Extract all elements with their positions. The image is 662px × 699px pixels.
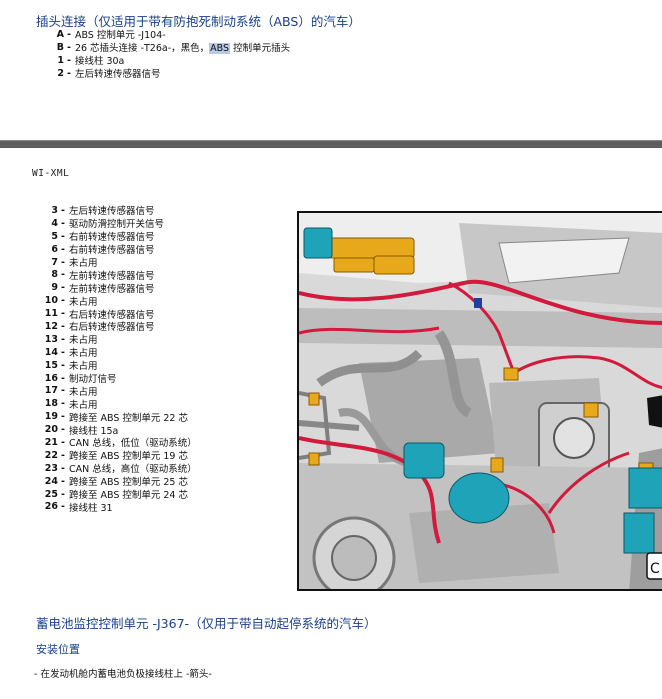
connector-item-text: ABS 控制单元 -J104- [74,30,166,42]
pin-row: 11- 右后转速传感器信号 [34,307,197,321]
pin-number: 5 [51,230,58,242]
pin-row: 15- 未占用 [34,359,197,373]
installation-bullet: - 在发动机舱内蓄电池负极接线柱上 -箭头- [34,669,212,680]
pin-description: 跨接至 ABS 控制单元 22 芯 [68,412,189,424]
pin-row: 18- 未占用 [34,397,197,411]
connector-item-text: 接线柱 30a [74,56,125,68]
pin-description: 未占用 [68,386,98,398]
pin-row: 19- 跨接至 ABS 控制单元 22 芯 [34,410,197,424]
pin-row: 7- 未占用 [34,256,197,270]
connector-item-1: 1- 接线柱 30a [40,54,290,68]
pin-description: 未占用 [68,258,98,270]
pin-row: 13- 未占用 [34,333,197,347]
pin-number: 24 [44,475,58,487]
pin-row: 12- 右后转速传感器信号 [34,320,197,334]
pin-row: 20- 接线柱 15a [34,423,197,437]
page-separator [0,140,662,148]
pin-number: 15 [44,359,58,371]
pin-row: 4- 驱动防滑控制开关信号 [34,217,197,231]
search-highlight: ABS [209,43,231,55]
pin-description: 接线柱 15a [68,425,119,437]
connector-item-2: 2- 左后转速传感器信号 [40,67,290,81]
pin-description: 制动灯信号 [68,374,117,386]
pin-description: 左前转速传感器信号 [68,283,155,295]
pin-number: 10 [44,295,58,307]
pin-description: 未占用 [68,348,98,360]
connector-item-id: 2 [57,67,64,79]
pin-number: 20 [44,424,58,436]
pin-row: 17- 未占用 [34,384,197,398]
connector-item-id: 1 [57,54,64,66]
pin-row: 6- 右前转速传感器信号 [34,243,197,257]
pin-number: 6 [51,243,58,255]
pin-number: 16 [44,372,58,384]
pin-row: 24- 跨接至 ABS 控制单元 25 芯 [34,475,197,489]
pin-description: 右后转速传感器信号 [68,322,155,334]
pin-description: 左前转速传感器信号 [68,270,155,282]
pin-description: 右前转速传感器信号 [68,232,155,244]
connector-item-id: B [56,41,64,53]
pin-row: 23- CAN 总线，高位（驱动系统） [34,462,197,476]
pin-number: 13 [44,333,58,345]
pin-row: 14- 未占用 [34,346,197,360]
pin-description: 跨接至 ABS 控制单元 24 芯 [68,490,189,502]
engine-bay-photo: C [297,211,662,591]
pin-number: 21 [44,436,58,448]
pin-number: 17 [44,385,58,397]
pin-number: 3 [51,204,58,216]
pin-description: CAN 总线，低位（驱动系统） [68,438,197,450]
pin-description: 未占用 [68,361,98,373]
pin-row: 22- 跨接至 ABS 控制单元 19 芯 [34,449,197,463]
pin-description: 跨接至 ABS 控制单元 19 芯 [68,451,189,463]
pin-number: 4 [51,217,58,229]
pin-description: 右后转速传感器信号 [68,309,155,321]
pin-row: 10- 未占用 [34,294,197,308]
connector-item-text: 左后转速传感器信号 [74,69,161,81]
pin-description: 接线柱 31 [68,502,113,514]
pin-description: 驱动防滑控制开关信号 [68,219,164,231]
connector-item-text: 26 芯插头连接 -T26a-，黑色，ABS 控制单元插头 [74,43,291,55]
pin-description: 左后转速传感器信号 [68,206,155,218]
connector-item-id: A [56,28,64,40]
pin-row: 26- 接线柱 31 [34,500,197,514]
connector-list: A- ABS 控制单元 -J104- B- 26 芯插头连接 -T26a-，黑色… [40,28,290,80]
pin-description: 未占用 [68,399,98,411]
photo-corner-label: C [650,561,660,577]
pin-number: 11 [44,308,58,320]
pin-number: 26 [44,501,58,513]
pin-number: 8 [51,269,58,281]
pin-number: 22 [44,449,58,461]
wi-xml-tag: WI-XML [32,168,70,179]
pin-row: 16- 制动灯信号 [34,372,197,386]
pin-row: 8- 左前转速传感器信号 [34,268,197,282]
battery-section-title: 蓄电池监控控制单元 -J367-（仅用于带自动起停系统的汽车） [36,616,377,631]
pin-description: CAN 总线，高位（驱动系统） [68,464,197,476]
pin-description: 右前转速传感器信号 [68,245,155,257]
pin-description: 跨接至 ABS 控制单元 25 芯 [68,477,189,489]
pin-list: 3- 左后转速传感器信号 4- 驱动防滑控制开关信号 5- 右前转速传感器信号 6- 右前转速… [34,204,197,514]
pin-description: 未占用 [68,296,98,308]
pin-number: 19 [44,411,58,423]
pin-row: 21- CAN 总线，低位（驱动系统） [34,436,197,450]
pin-number: 23 [44,462,58,474]
pin-number: 7 [51,256,58,268]
pin-number: 12 [44,320,58,332]
pin-row: 25- 跨接至 ABS 控制单元 24 芯 [34,488,197,502]
connector-item-a: A- ABS 控制单元 -J104- [40,28,290,42]
pin-row: 9- 左前转速传感器信号 [34,281,197,295]
pin-number: 9 [51,282,58,294]
pin-row: 3- 左后转速传感器信号 [34,204,197,218]
pin-description: 未占用 [68,335,98,347]
pin-number: 14 [44,346,58,358]
pin-number: 25 [44,488,58,500]
connector-item-b: B- 26 芯插头连接 -T26a-，黑色，ABS 控制单元插头 [40,41,291,55]
pin-row: 5- 右前转速传感器信号 [34,230,197,244]
pin-number: 18 [44,398,58,410]
battery-section-subtitle: 安装位置 [36,643,80,656]
